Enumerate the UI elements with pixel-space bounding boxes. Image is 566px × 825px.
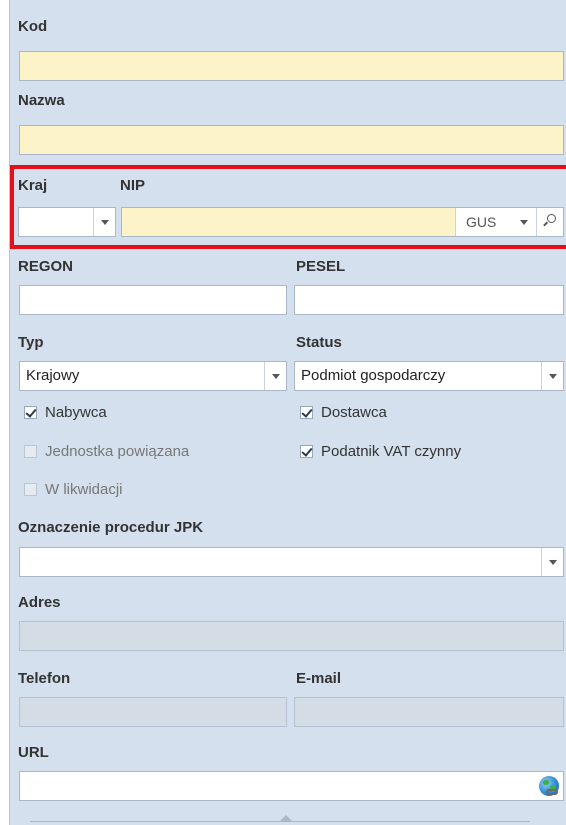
checkbox-label: Nabywca — [45, 403, 107, 421]
status-dropdown-button[interactable] — [541, 362, 563, 390]
typ-label: Typ — [18, 334, 44, 351]
jpk-dropdown-button[interactable] — [541, 548, 563, 576]
nazwa-input[interactable] — [19, 125, 564, 155]
highlight-frame — [10, 165, 566, 249]
collapse-caret-icon[interactable] — [280, 815, 292, 821]
url-input[interactable] — [19, 771, 564, 801]
checkbox-label: W likwidacji — [45, 480, 123, 498]
pesel-label: PESEL — [296, 258, 346, 275]
checkbox-label: Dostawca — [321, 403, 387, 421]
checkmark-icon — [301, 444, 313, 457]
checkbox-box[interactable] — [24, 482, 37, 496]
dostawca-checkbox[interactable]: Dostawca — [300, 402, 387, 422]
podatnik-vat-checkbox[interactable]: Podatnik VAT czynny — [300, 441, 461, 461]
checkbox-box[interactable] — [24, 444, 37, 458]
kod-input[interactable] — [19, 51, 564, 81]
chevron-down-icon — [548, 559, 557, 565]
checkmark-icon — [25, 405, 37, 418]
nabywca-checkbox[interactable]: Nabywca — [24, 402, 107, 422]
status-select[interactable]: Podmiot gospodarczy — [294, 361, 564, 391]
nazwa-label: Nazwa — [18, 92, 65, 109]
typ-select[interactable]: Krajowy — [19, 361, 287, 391]
jpk-select[interactable] — [19, 547, 564, 577]
email-label: E-mail — [296, 670, 342, 687]
w-likwidacji-checkbox[interactable]: W likwidacji — [24, 479, 123, 499]
adres-input — [19, 621, 564, 651]
checkbox-label: Podatnik VAT czynny — [321, 442, 462, 460]
regon-input[interactable] — [19, 285, 287, 315]
jednostka-powiazana-checkbox[interactable]: Jednostka powiązana — [24, 441, 189, 461]
link-chain — [546, 789, 558, 795]
checkbox-box[interactable] — [300, 444, 313, 458]
regon-label: REGON — [18, 258, 74, 275]
form-panel: Kod Nazwa Kraj NIP GUS REGON PESEL Typ S… — [9, 0, 566, 825]
checkmark-icon — [301, 405, 313, 418]
jpk-label: Oznaczenie procedur JPK — [18, 519, 204, 536]
globe-link-icon[interactable] — [539, 776, 559, 796]
url-label: URL — [18, 744, 49, 761]
bottom-divider — [30, 821, 530, 822]
adres-label: Adres — [18, 594, 61, 611]
globe-land — [543, 780, 549, 785]
checkbox-label: Jednostka powiązana — [45, 442, 190, 460]
status-label: Status — [296, 334, 342, 351]
checkbox-box[interactable] — [24, 405, 37, 419]
telefon-input — [19, 697, 287, 727]
kod-label: Kod — [18, 18, 48, 35]
pesel-input[interactable] — [294, 285, 564, 315]
email-input — [294, 697, 564, 727]
typ-dropdown-button[interactable] — [264, 362, 286, 390]
checkbox-box[interactable] — [300, 405, 313, 419]
chevron-down-icon — [548, 373, 557, 379]
chevron-down-icon — [271, 373, 280, 379]
telefon-label: Telefon — [18, 670, 71, 687]
